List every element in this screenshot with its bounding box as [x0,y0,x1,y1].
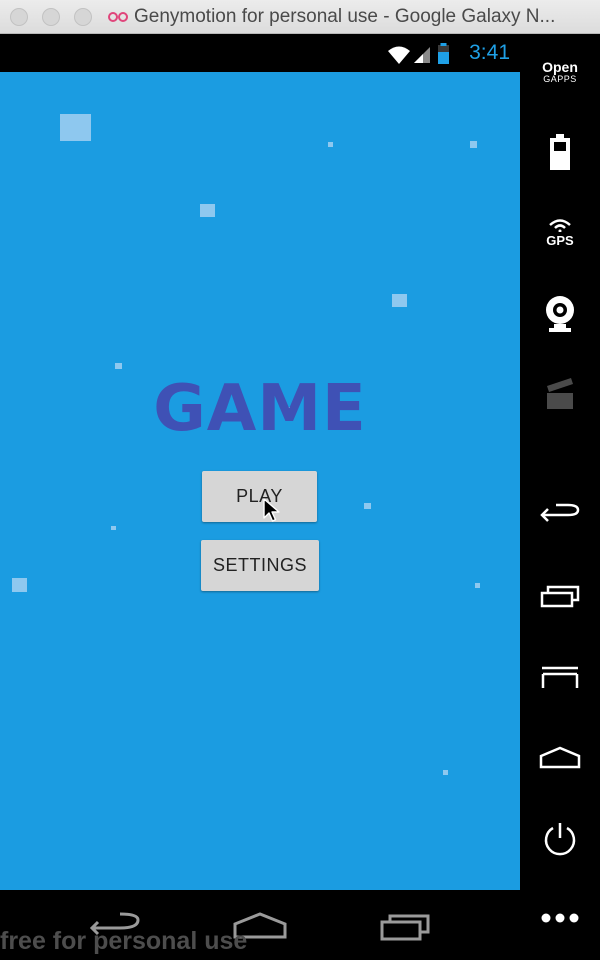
window-title: Genymotion for personal use - Google Gal… [134,6,556,27]
snow-particle [443,770,448,775]
back-button[interactable] [520,502,600,528]
snow-particle [475,583,480,588]
snow-particle [115,363,122,369]
snow-particle [392,294,407,307]
game-title: GAME [153,372,367,446]
opengapps-label-line2: GAPPS [543,74,577,84]
settings-button[interactable]: SETTINGS [201,540,319,591]
snow-particle [470,141,477,148]
home-icon [539,746,581,769]
genymotion-logo-icon [108,12,128,22]
close-window-button[interactable] [10,8,28,26]
opengapps-button[interactable]: Open GAPPS [520,60,600,85]
recent-apps-button[interactable] [520,584,600,608]
recent-apps-icon [540,585,580,608]
zoom-window-button[interactable] [74,8,92,26]
snow-particle [200,204,215,217]
status-icons [388,43,449,64]
battery-icon [438,43,449,64]
emulator-toolbar: Open GAPPS GPS [520,34,600,960]
mouse-cursor-icon [263,498,280,522]
more-button[interactable] [520,912,600,924]
gps-label: GPS [546,233,574,248]
battery-widget-button[interactable] [520,134,600,170]
power-icon [544,823,576,856]
opengapps-label-line1: Open [542,59,578,75]
media-widget-button[interactable] [520,376,600,410]
recent-apps-icon[interactable] [380,912,432,942]
webcam-widget-button[interactable] [520,294,600,334]
power-button[interactable] [520,820,600,858]
menu-button[interactable] [520,664,600,688]
signal-icon [414,47,430,63]
snow-particle [111,526,116,530]
snow-particle [328,142,333,147]
gps-widget-button[interactable]: GPS [520,218,600,248]
android-status-bar: 3:41 [0,34,520,72]
snow-particle [364,503,371,509]
more-icon [541,913,579,923]
game-screen[interactable]: GAME PLAY SETTINGS [0,72,520,890]
snow-particle [12,578,27,592]
menu-icon [541,666,579,688]
watermark: free for personal use [0,927,248,955]
window-titlebar: Genymotion for personal use - Google Gal… [0,0,600,34]
status-time: 3:41 [469,41,510,64]
gps-icon [549,219,571,232]
minimize-window-button[interactable] [42,8,60,26]
wifi-icon [388,46,410,64]
battery-icon [550,134,570,170]
back-icon [540,503,580,522]
play-button[interactable]: PLAY [202,471,317,522]
webcam-icon [546,296,574,332]
snow-particle [60,114,91,141]
home-button[interactable] [520,746,600,770]
media-icon [547,378,573,409]
